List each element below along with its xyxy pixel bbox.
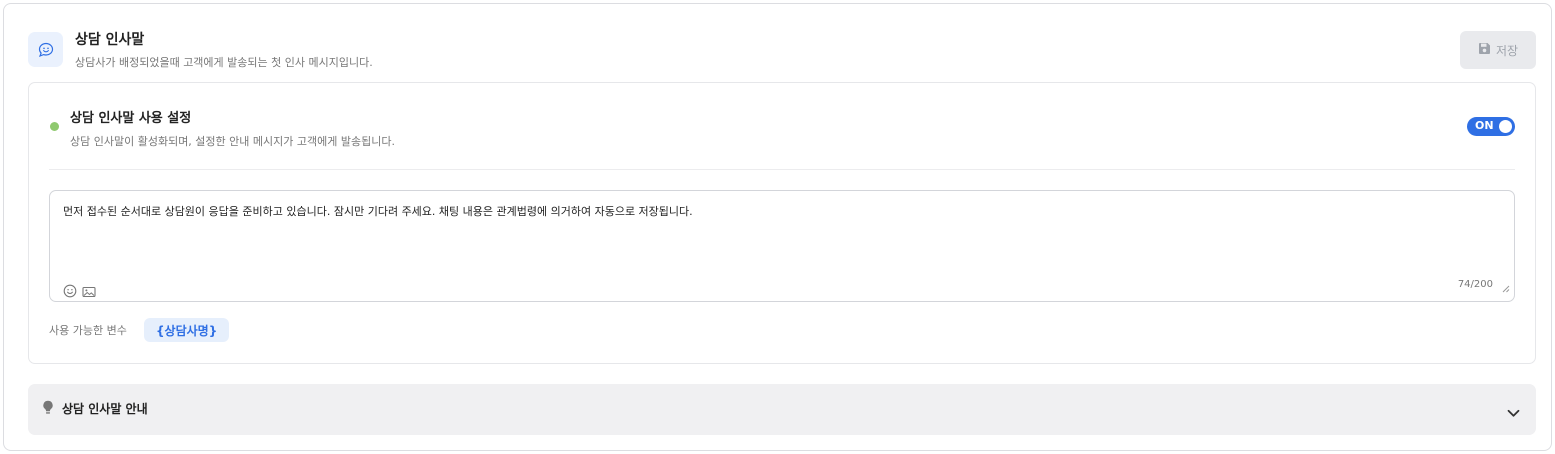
character-counter: 74/200 bbox=[1457, 279, 1493, 290]
textarea-toolbar bbox=[63, 283, 96, 302]
usage-setting-title: 상담 인사말 사용 설정 bbox=[70, 111, 192, 126]
greeting-settings-card: 상담 인사말 상담사가 배정되었을때 고객에게 발송되는 첫 인사 메시지입니다… bbox=[3, 3, 1552, 451]
lightbulb-icon bbox=[42, 400, 54, 419]
usage-setting-description: 상담 인사말이 활성화되며, 설정한 안내 메시지가 고객에게 발송됩니다. bbox=[70, 135, 395, 148]
greeting-toggle[interactable]: ON bbox=[1467, 117, 1515, 136]
divider bbox=[49, 169, 1515, 170]
greeting-usage-panel: 상담 인사말 사용 설정 상담 인사말이 활성화되며, 설정한 안내 메시지가 … bbox=[28, 82, 1536, 364]
image-icon[interactable] bbox=[82, 283, 96, 302]
save-button[interactable]: 저장 bbox=[1460, 31, 1536, 69]
save-button-label: 저장 bbox=[1495, 43, 1519, 58]
greeting-message-text: 먼저 접수된 순서대로 상담원이 응답을 준비하고 있습니다. 잠시만 기다려 … bbox=[63, 205, 693, 218]
toggle-label: ON bbox=[1475, 119, 1494, 132]
page-title: 상담 인사말 bbox=[75, 32, 145, 48]
toggle-knob bbox=[1499, 120, 1512, 133]
status-dot bbox=[50, 122, 59, 131]
variables-label: 사용 가능한 변수 bbox=[49, 324, 127, 337]
guide-label: 상담 인사말 안내 bbox=[62, 402, 148, 416]
variable-chip[interactable]: {상담사명} bbox=[144, 318, 230, 342]
greeting-guide-accordion[interactable]: 상담 인사말 안내 bbox=[28, 384, 1536, 435]
emoji-icon[interactable] bbox=[63, 283, 77, 302]
page-description: 상담사가 배정되었을때 고객에게 발송되는 첫 인사 메시지입니다. bbox=[75, 56, 373, 69]
resize-handle-icon[interactable] bbox=[1502, 278, 1510, 297]
chevron-down-icon[interactable] bbox=[1507, 403, 1520, 422]
greeting-message-textarea[interactable]: 먼저 접수된 순서대로 상담원이 응답을 준비하고 있습니다. 잠시만 기다려 … bbox=[49, 190, 1515, 302]
chat-bubble-smile-icon bbox=[28, 32, 63, 67]
floppy-disk-icon bbox=[1478, 42, 1491, 58]
